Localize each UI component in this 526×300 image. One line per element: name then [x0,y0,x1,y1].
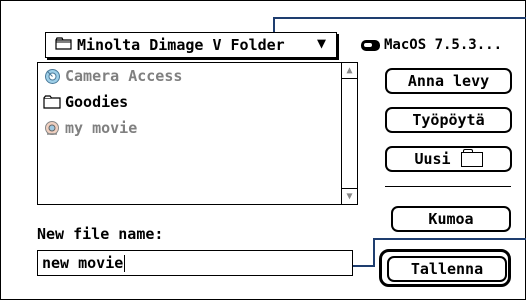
eject-disk-button[interactable]: Anna levy [385,68,512,94]
text-caret [124,254,126,272]
popup-arrow-icon: ▼ [316,34,326,52]
camera-app-icon [42,67,62,85]
desktop-label: Työpöytä [412,111,485,129]
save-button[interactable]: Tallenna [387,256,507,282]
annotation-line-bottom [353,265,375,267]
annotation-line-top-vertical [273,17,275,32]
folder-icon [55,36,73,54]
scroll-up-arrow-icon[interactable]: ▲ [342,63,357,79]
list-item-label: Camera Access [65,67,183,85]
cancel-button[interactable]: Kumoa [391,206,511,232]
annotation-line-top [273,17,526,19]
file-name-value: new movie [42,254,124,272]
file-list[interactable]: Camera Access Goodies my movie ▲ ▼ [37,62,358,205]
folder-icon [460,148,483,167]
movie-document-icon [42,119,62,137]
list-item[interactable]: Goodies [38,89,341,115]
annotation-line-bottom-vertical [373,238,375,267]
list-item-label: my movie [65,119,138,137]
vertical-scrollbar[interactable]: ▲ ▼ [341,63,357,204]
folder-popup-label: Minolta Dimage V Folder [77,36,285,54]
new-file-name-label: New file name: [37,225,164,243]
save-dialog: Minolta Dimage V Folder ▼ MacOS 7.5.3...… [0,0,526,300]
folder-popup-menu[interactable]: Minolta Dimage V Folder ▼ [45,32,337,58]
scroll-down-arrow-icon[interactable]: ▼ [342,188,357,204]
annotation-line-bottom-right [373,238,526,240]
folder-icon [42,93,62,111]
list-item[interactable]: Camera Access [38,63,341,89]
list-item-label: Goodies [65,93,129,111]
desktop-button[interactable]: Työpöytä [385,107,512,133]
hard-disk-icon [361,39,380,51]
new-folder-label: Uusi [414,150,451,168]
save-label: Tallenna [410,260,484,278]
list-item[interactable]: my movie [38,115,341,141]
disk-name: MacOS 7.5.3... [384,37,503,53]
current-disk: MacOS 7.5.3... [361,37,502,53]
cancel-label: Kumoa [428,210,474,228]
button-divider [385,186,511,187]
file-name-input[interactable]: new movie [37,250,353,276]
new-folder-button[interactable]: Uusi [385,146,512,172]
eject-disk-label: Anna levy [407,72,490,90]
